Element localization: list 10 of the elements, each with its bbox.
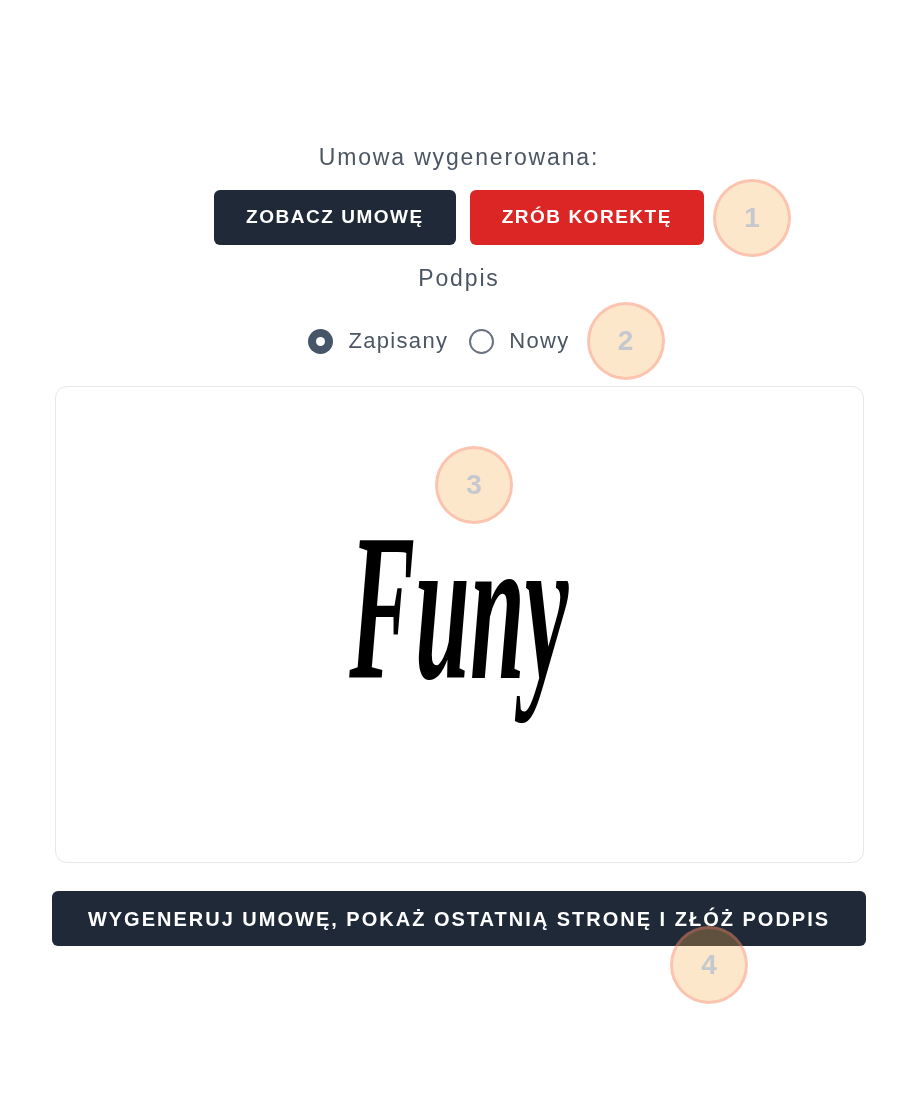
signature-heading: Podpis [418, 264, 500, 292]
radio-label: Zapisany [348, 327, 449, 355]
radio-button[interactable] [308, 328, 334, 354]
contract-status-text: Umowa wygenerowana: [318, 143, 600, 171]
correction-button[interactable]: ZRÓB KOREKTĘ [469, 190, 704, 245]
view-contract-button[interactable]: ZOBACZ UMOWĘ [214, 190, 456, 245]
submit-button[interactable]: WYGENERUJ UMOWĘ, POKAŻ OSTATNIĄ STRONĘ I ZŁÓŻ PODPIS [52, 891, 866, 946]
radio-label: Nowy [509, 327, 570, 355]
signature-text: Funy [348, 529, 570, 726]
radio-button[interactable] [469, 328, 495, 354]
